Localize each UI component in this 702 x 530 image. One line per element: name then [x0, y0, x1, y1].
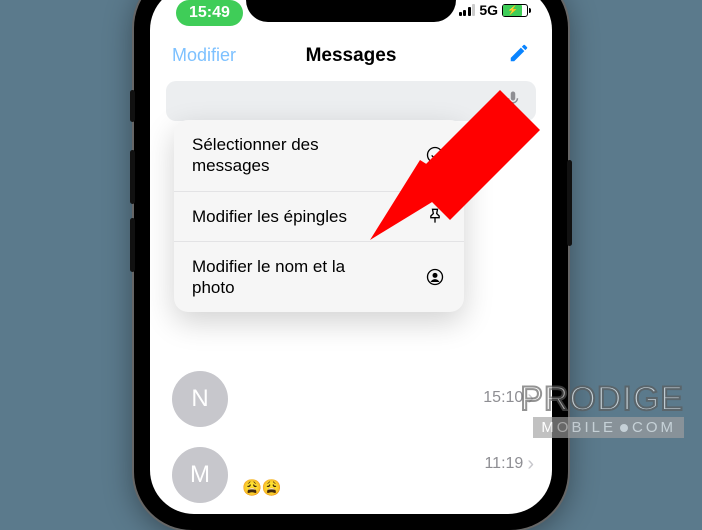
nav-bar: Modifier Messages [150, 36, 552, 81]
side-button [130, 150, 135, 204]
side-button [567, 160, 572, 246]
microphone-icon[interactable] [504, 88, 522, 115]
phone-frame: 15:49 5G ⚡ Modifier Messages [134, 0, 568, 530]
checkmark-circle-icon [424, 145, 446, 165]
notch [246, 0, 456, 22]
chevron-right-icon: › [527, 387, 534, 410]
side-button [130, 218, 135, 272]
edit-button[interactable]: Modifier [172, 45, 236, 66]
search-input[interactable] [166, 81, 536, 121]
person-circle-icon [424, 267, 446, 287]
battery-icon: ⚡ [502, 4, 528, 17]
avatar: N [172, 371, 228, 427]
chevron-right-icon: › [527, 453, 534, 476]
conversation-row[interactable]: M 11:19 › 😩😩 [150, 437, 552, 513]
menu-edit-name-photo[interactable]: Modifier le nom et la photo [174, 242, 464, 313]
side-button [130, 90, 135, 122]
status-right: 5G ⚡ [459, 2, 528, 18]
compose-icon[interactable] [508, 42, 530, 69]
pin-icon [424, 206, 446, 226]
screen: 15:49 5G ⚡ Modifier Messages [150, 0, 552, 514]
menu-item-label: Modifier le nom et la photo [192, 256, 392, 299]
conversation-time: 11:19 › [484, 453, 534, 476]
conversation-preview: 😩😩 [242, 478, 534, 498]
signal-icon [459, 4, 476, 16]
menu-item-label: Sélectionner des messages [192, 134, 392, 177]
avatar: M [172, 447, 228, 503]
network-label: 5G [479, 2, 498, 18]
conversation-row[interactable]: Chronopost hier › [150, 513, 552, 514]
menu-item-label: Modifier les épingles [192, 206, 347, 227]
context-menu: Sélectionner des messages Modifier les é… [174, 120, 464, 312]
conversation-time: 15:10 › [483, 387, 534, 410]
menu-select-messages[interactable]: Sélectionner des messages [174, 120, 464, 192]
menu-edit-pins[interactable]: Modifier les épingles [174, 192, 464, 242]
status-time: 15:49 [176, 0, 243, 26]
conversation-row[interactable]: N 15:10 › [150, 361, 552, 437]
